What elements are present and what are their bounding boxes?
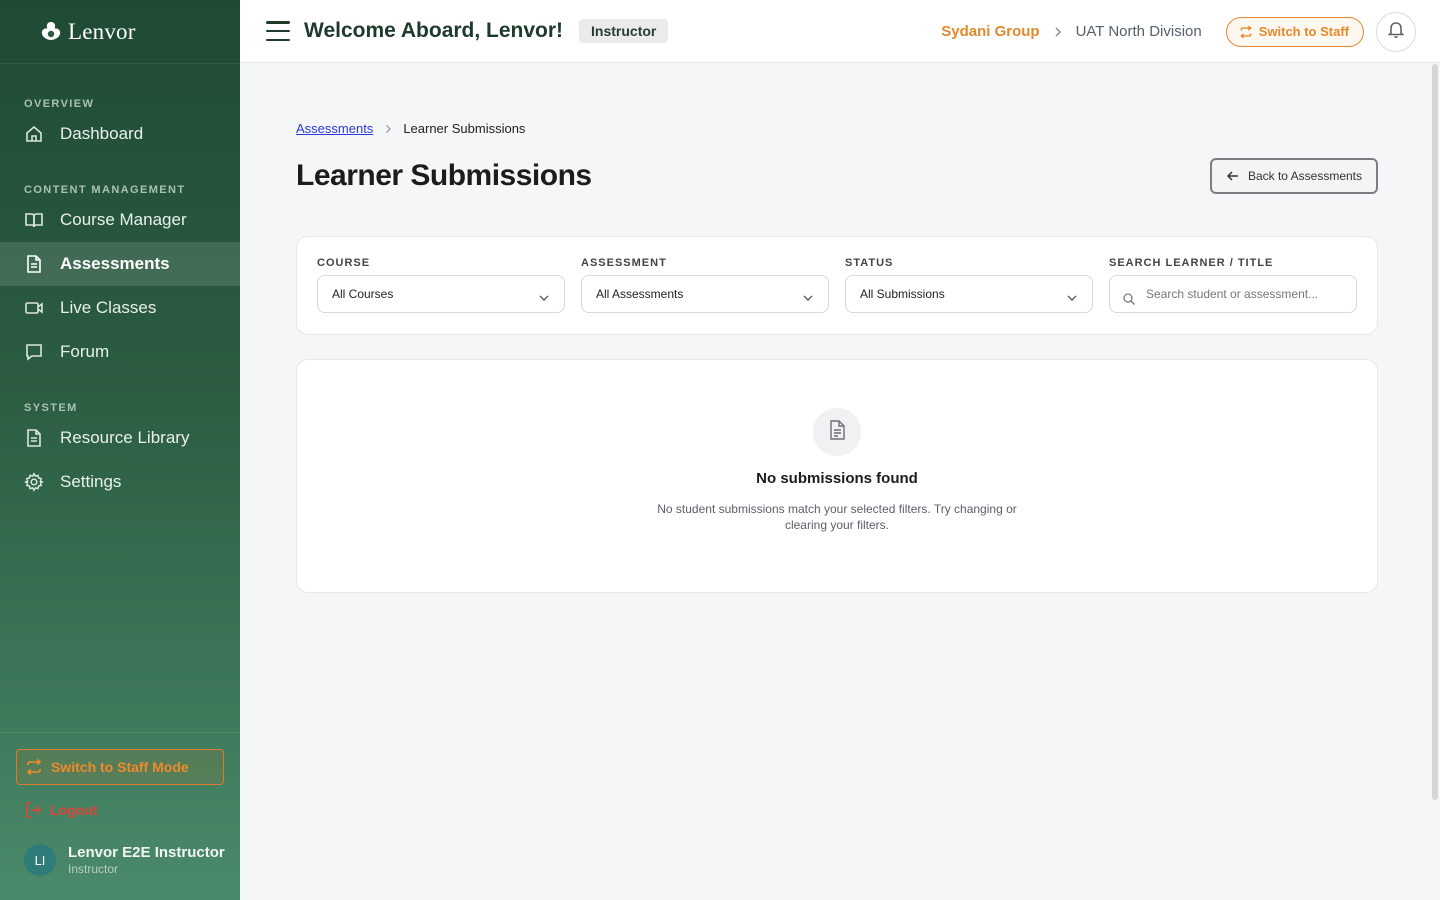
sidebar-item-label: Settings [60,472,122,491]
scrollbar[interactable] [1432,64,1438,800]
switch-staff-label: Switch to Staff [1258,24,1349,39]
sidebar-item-assessments[interactable]: Assessments [0,242,240,286]
gear-icon [24,472,44,492]
chevron-down-icon [538,292,550,304]
search-input[interactable] [1146,287,1336,301]
assessment-filter-label: ASSESSMENT [581,257,667,269]
sidebar-item-label: Forum [60,342,110,361]
avatar: LI [24,844,56,876]
top-header: Welcome Aboard, Lenvor! Instructor Sydan… [240,0,1440,63]
home-icon [24,124,44,144]
logout-icon [24,801,42,819]
bell-icon [1386,19,1406,44]
brand[interactable]: Lenvor [0,0,240,64]
sidebar-item-label: Resource Library [60,428,190,447]
sidebar-item-course-manager[interactable]: Course Manager [0,198,240,242]
section-label-system: SYSTEM [24,402,78,414]
status-filter-label: STATUS [845,257,894,269]
back-button-label: Back to Assessments [1247,169,1362,183]
org-switcher: Sydani Group UAT North Division Switch t… [941,0,1440,63]
org-division[interactable]: UAT North Division [1076,23,1202,40]
empty-state-title: No submissions found [756,470,918,487]
status-select-value: All Submissions [860,287,945,301]
role-badge: Instructor [579,19,669,43]
chevron-right-icon [383,124,393,134]
welcome-heading: Welcome Aboard, Lenvor! [304,19,564,42]
page-title: Learner Submissions [296,159,592,192]
brand-name: Lenvor [68,18,136,44]
course-select[interactable]: All Courses [317,275,565,313]
title-row: Learner Submissions Back to Assessments [296,158,1378,194]
section-label-content-management: CONTENT MANAGEMENT [24,184,186,196]
switch-icon [25,758,43,776]
document-icon [24,254,44,274]
logo-icon [38,19,64,45]
breadcrumb-current: Learner Submissions [403,121,526,136]
sidebar: Lenvor OVERVIEW Dashboard CONTENT MANAGE… [0,0,240,900]
sidebar-item-resource-library[interactable]: Resource Library [0,416,240,460]
user-profile[interactable]: LI Lenvor E2E Instructor Instructor [24,844,225,876]
assessment-filter: ASSESSMENT All Assessments [581,257,829,334]
switch-to-staff-button[interactable]: Switch to Staff [1225,16,1364,47]
video-icon [24,298,44,318]
arrow-left-icon [1226,169,1240,183]
sidebar-item-live-classes[interactable]: Live Classes [0,286,240,330]
filter-panel: COURSE All Courses ASSESSMENT All Assess… [296,236,1378,335]
back-to-assessments-button[interactable]: Back to Assessments [1209,158,1378,194]
document-icon [24,428,44,448]
status-select[interactable]: All Submissions [845,275,1093,313]
logout-button[interactable]: Logout [24,801,240,819]
switch-mode-label: Switch to Staff Mode [51,759,189,775]
chat-icon [24,342,44,362]
chevron-down-icon [802,292,814,304]
sidebar-item-dashboard[interactable]: Dashboard [0,112,240,156]
sidebar-item-label: Live Classes [60,298,157,317]
main-content: Assessments Learner Submissions Learner … [296,63,1378,593]
notifications-button[interactable] [1376,11,1416,52]
assessment-select-value: All Assessments [596,287,684,301]
search-icon [1122,292,1136,306]
breadcrumb: Assessments Learner Submissions [296,121,1378,136]
user-name: Lenvor E2E Instructor [68,844,225,861]
org-group[interactable]: Sydani Group [941,23,1039,40]
sidebar-item-settings[interactable]: Settings [0,460,240,504]
menu-icon[interactable] [266,21,290,41]
sidebar-item-label: Assessments [60,254,170,273]
empty-state-description: No student submissions match your select… [657,502,1017,532]
book-icon [24,210,44,230]
search-filter: SEARCH LEARNER / TITLE [1109,257,1357,334]
switch-to-staff-mode-button[interactable]: Switch to Staff Mode [16,749,224,785]
section-label-overview: OVERVIEW [24,98,95,110]
document-icon [826,419,848,446]
logout-label: Logout [50,802,98,818]
empty-state-icon-wrap [813,408,861,456]
breadcrumb-link-assessments[interactable]: Assessments [296,121,373,136]
switch-icon [1239,25,1253,39]
sidebar-item-label: Course Manager [60,210,187,229]
search-filter-label: SEARCH LEARNER / TITLE [1109,257,1274,269]
sidebar-footer: Switch to Staff Mode Logout LI Lenvor E2… [0,732,240,900]
status-filter: STATUS All Submissions [845,257,1093,334]
chevron-down-icon [1066,292,1078,304]
user-role: Instructor [68,862,119,876]
assessment-select[interactable]: All Assessments [581,275,829,313]
course-filter-label: COURSE [317,257,371,269]
course-filter: COURSE All Courses [317,257,565,334]
course-select-value: All Courses [332,287,394,301]
sidebar-item-label: Dashboard [60,124,144,143]
chevron-right-icon [1052,26,1064,38]
search-box[interactable] [1109,275,1357,313]
sidebar-item-forum[interactable]: Forum [0,330,240,374]
empty-state: No submissions found No student submissi… [296,359,1378,593]
